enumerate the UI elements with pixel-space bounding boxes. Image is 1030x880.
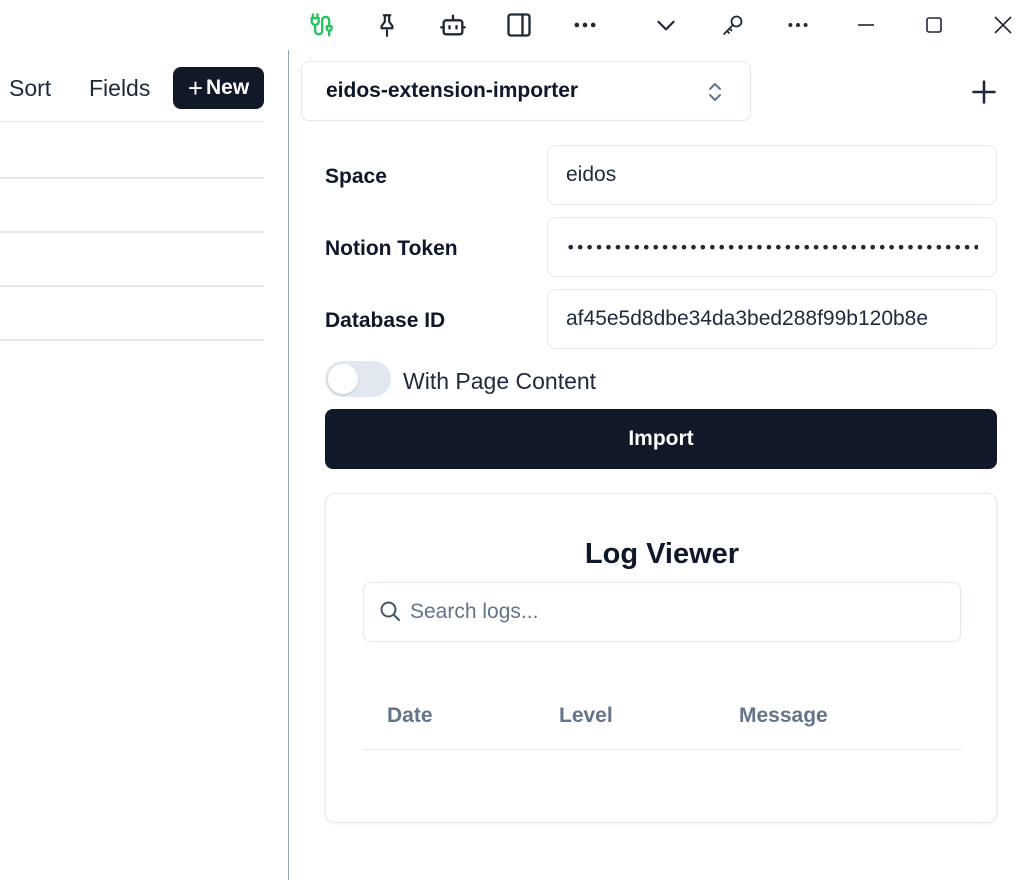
pin-icon[interactable] [370, 8, 404, 42]
sort-button[interactable]: Sort [9, 75, 51, 102]
log-viewer-card: Log Viewer Date Level Message [325, 493, 997, 823]
extension-select-value: eidos-extension-importer [326, 79, 579, 102]
extension-panel: eidos-extension-importer Space Notion To… [289, 50, 1030, 880]
notion-token-input[interactable] [547, 217, 997, 277]
new-button-label: New [206, 76, 250, 99]
import-button[interactable]: Import [325, 409, 997, 469]
chevron-down-icon[interactable] [649, 8, 683, 42]
more-horizontal-icon[interactable] [781, 8, 815, 42]
database-id-label: Database ID [325, 309, 446, 332]
search-icon [378, 599, 402, 628]
column-header-date[interactable]: Date [387, 704, 433, 728]
table-view-pane: Sort Fields + New [0, 50, 288, 880]
log-search-input[interactable] [410, 583, 950, 641]
window-title-bar [0, 0, 1030, 50]
bot-icon[interactable] [436, 8, 470, 42]
toggle-knob [328, 364, 358, 394]
log-search-box[interactable] [363, 582, 961, 642]
key-icon[interactable] [716, 8, 750, 42]
table-header-divider [363, 749, 961, 750]
close-icon[interactable] [986, 8, 1020, 42]
database-id-input[interactable] [547, 289, 997, 349]
column-header-message[interactable]: Message [739, 704, 828, 728]
log-viewer-title: Log Viewer [584, 538, 740, 570]
space-input[interactable] [547, 145, 997, 205]
page-content-toggle[interactable] [325, 361, 391, 397]
new-record-button[interactable]: + New [173, 67, 264, 109]
plus-icon: + [187, 73, 203, 103]
add-extension-icon[interactable] [967, 75, 1001, 109]
maximize-icon[interactable] [917, 8, 951, 42]
table-row[interactable] [0, 231, 264, 233]
column-header-level[interactable]: Level [559, 704, 613, 728]
panel-right-icon[interactable] [502, 8, 536, 42]
fields-button[interactable]: Fields [89, 75, 150, 102]
table-row[interactable] [0, 339, 264, 341]
table-row[interactable] [0, 285, 264, 287]
space-label: Space [325, 165, 387, 188]
route-plug-icon[interactable] [304, 8, 338, 42]
extension-select[interactable]: eidos-extension-importer [301, 61, 751, 121]
more-horizontal-icon[interactable] [568, 8, 602, 42]
chevrons-up-down-icon [706, 80, 724, 110]
notion-token-label: Notion Token [325, 237, 458, 260]
minimize-icon[interactable] [849, 8, 883, 42]
table-row[interactable] [0, 177, 264, 179]
table-header-line [0, 121, 264, 122]
page-content-label: With Page Content [403, 368, 597, 394]
